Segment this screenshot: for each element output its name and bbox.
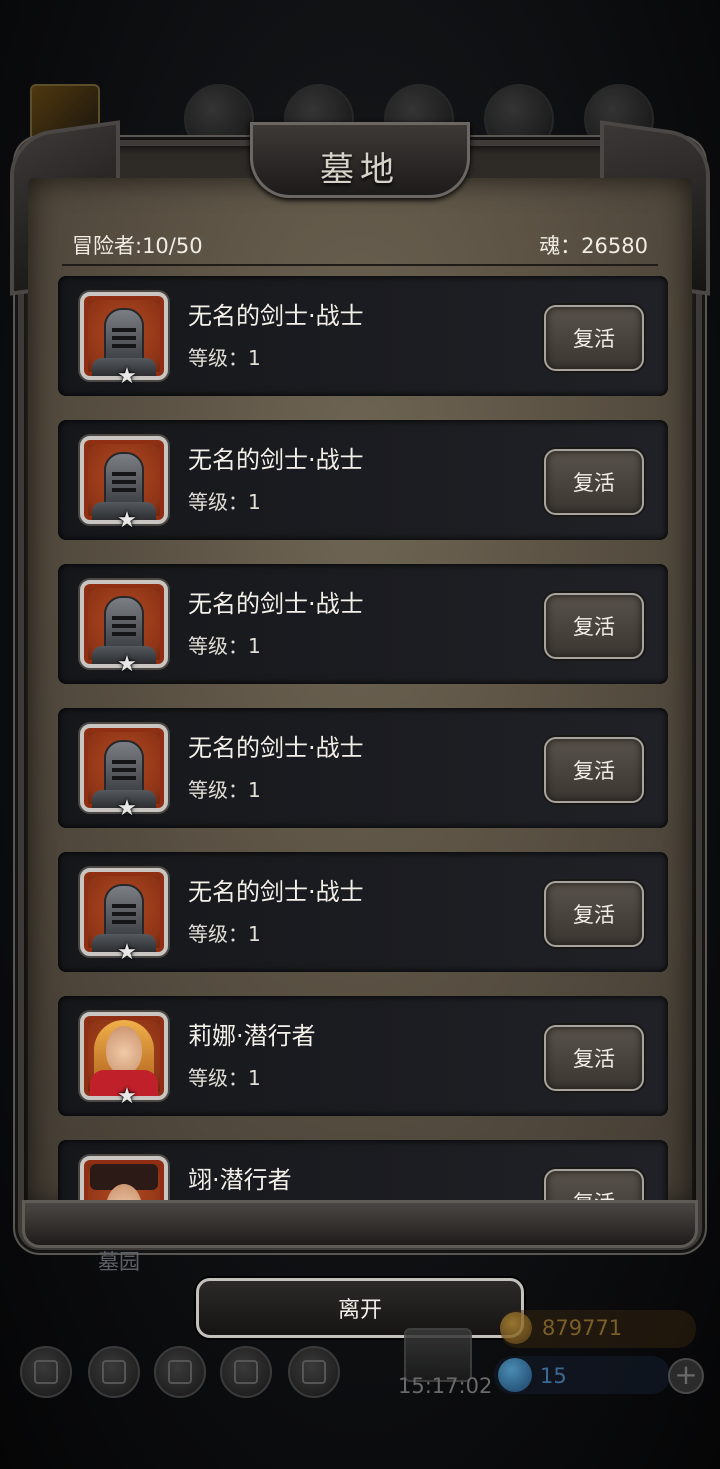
dialog-title: 墓地 [320, 150, 400, 190]
revive-button[interactable]: 复活 [544, 449, 644, 515]
hero-card: 翊·潜行者 复活 [58, 1140, 668, 1200]
settings-icon[interactable] [20, 1346, 72, 1398]
hero-level: 等级：1 [188, 922, 261, 946]
shop-icon[interactable] [288, 1346, 340, 1398]
star-rank-icon: ★ [117, 940, 137, 965]
hero-level: 等级：1 [188, 1066, 261, 1090]
hero-level: 等级：1 [188, 490, 261, 514]
hero-name: 无名的剑士·战士 [188, 590, 364, 618]
hero-card: ★ 无名的剑士·战士 等级：1 复活 [58, 420, 668, 540]
star-rank-icon: ★ [117, 652, 137, 677]
star-rank-icon: ★ [117, 1084, 137, 1109]
hero-level: 等级：1 [188, 634, 261, 658]
adventurer-count: 冒险者:10/50 [72, 234, 203, 258]
revive-button[interactable]: 复活 [544, 305, 644, 371]
star-rank-icon: ★ [117, 364, 137, 389]
knight-helmet-icon [104, 308, 144, 364]
revive-button[interactable]: 复活 [544, 1025, 644, 1091]
revive-button[interactable]: 复活 [544, 593, 644, 659]
hero-name: 翊·潜行者 [188, 1166, 292, 1194]
revive-button[interactable]: 复活 [544, 881, 644, 947]
knight-helmet-icon [104, 596, 144, 652]
header-divider [62, 264, 658, 266]
rogue-face-icon [106, 1026, 142, 1074]
knight-helmet-icon [104, 884, 144, 940]
star-rank-icon: ★ [117, 796, 137, 821]
soul-count: 魂：26580 [539, 234, 648, 258]
hero-level: 等级：1 [188, 778, 261, 802]
hero-card: ★ 无名的剑士·战士 等级：1 复活 [58, 852, 668, 972]
panel-header: 冒险者:10/50 魂：26580 [72, 230, 648, 260]
hero-name: 无名的剑士·战士 [188, 446, 364, 474]
dialog-bottom-border [22, 1200, 698, 1248]
knight-helmet-icon [104, 740, 144, 796]
gem-icon [498, 1358, 532, 1392]
hero-card: ★ 无名的剑士·战士 等级：1 复活 [58, 276, 668, 396]
hero-portrait[interactable] [80, 1156, 168, 1200]
badge-icon[interactable] [88, 1346, 140, 1398]
fallen-hero-list[interactable]: ★ 无名的剑士·战士 等级：1 复活 ★ 无名的剑士·战士 等级：1 复活 ★ … [58, 276, 668, 1200]
leave-button[interactable]: 离开 [196, 1278, 524, 1338]
mail-icon[interactable] [220, 1346, 272, 1398]
revive-button[interactable]: 复活 [544, 737, 644, 803]
hero-name: 莉娜·潜行者 [188, 1022, 316, 1050]
knight-helmet-icon [104, 452, 144, 508]
hero-card: ★ 莉娜·潜行者 等级：1 复活 [58, 996, 668, 1116]
hero-name: 无名的剑士·战士 [188, 734, 364, 762]
gold-coin-icon [500, 1312, 532, 1344]
hero-name: 无名的剑士·战士 [188, 878, 364, 906]
inventory-icon[interactable] [154, 1346, 206, 1398]
gold-amount: 879771 [542, 1316, 623, 1340]
gem-amount: 15 [540, 1364, 567, 1388]
hero-name: 无名的剑士·战士 [188, 302, 364, 330]
clock-text: 15:17:02 [398, 1374, 493, 1398]
add-currency-button[interactable]: + [668, 1358, 704, 1394]
hero-card: ★ 无名的剑士·战士 等级：1 复活 [58, 564, 668, 684]
star-rank-icon: ★ [117, 508, 137, 533]
revive-button[interactable]: 复活 [544, 1169, 644, 1200]
hero-card: ★ 无名的剑士·战士 等级：1 复活 [58, 708, 668, 828]
hero-level: 等级：1 [188, 346, 261, 370]
location-label: 墓园 [98, 1250, 140, 1274]
